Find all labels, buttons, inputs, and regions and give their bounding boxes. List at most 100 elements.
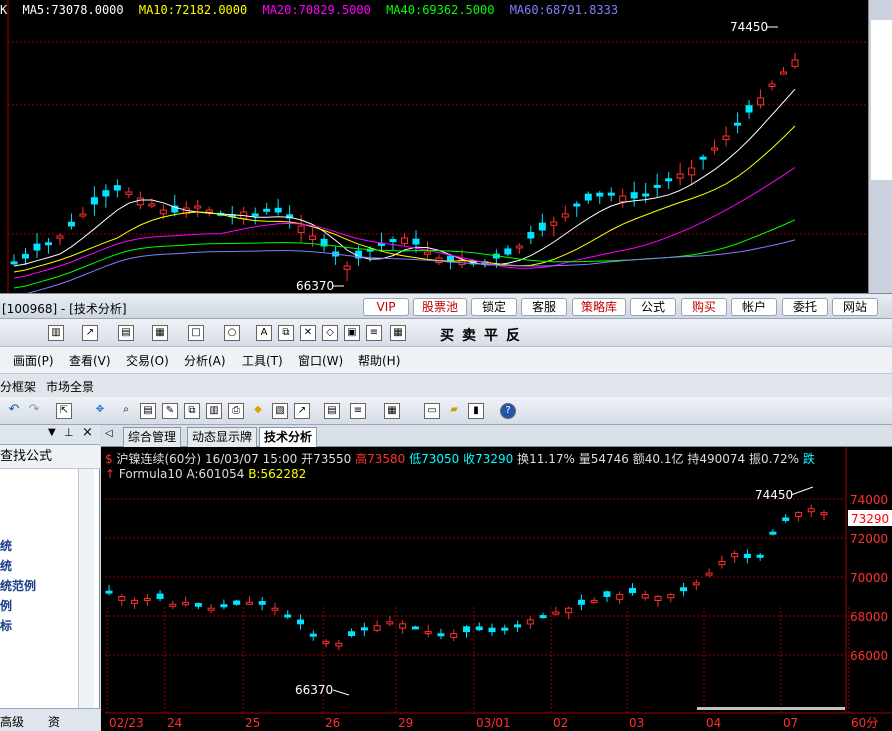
tab-dynamic-board[interactable]: 动态显示牌 [187, 427, 258, 447]
lock-icon[interactable]: ▣ [344, 325, 360, 341]
circle-icon[interactable]: ○ [224, 325, 240, 341]
bottom-candle-body [348, 631, 356, 637]
top-candle-body [194, 205, 202, 209]
menu-trade[interactable]: 交易(O) [126, 352, 169, 369]
top-candle-body [699, 156, 707, 160]
advanced-tab[interactable]: 高级 [0, 713, 24, 730]
color-icon[interactable]: ▦ [384, 403, 400, 419]
trend-icon[interactable]: ↗ [294, 403, 310, 419]
move-icon[interactable]: ✥ [92, 403, 108, 419]
report-icon[interactable]: ▧ [272, 403, 288, 419]
zoom-icon[interactable]: ⌕ [118, 403, 134, 419]
bottom-low-pointer [332, 689, 350, 696]
indicator-icon[interactable]: ▤ [324, 403, 340, 419]
find-formula[interactable]: 查找公式 [0, 445, 100, 469]
notes-icon[interactable]: ▰ [446, 403, 462, 419]
bottom-candle-body [590, 599, 598, 603]
eraser-icon[interactable]: ◇ [322, 325, 338, 341]
windows-icon[interactable]: ⧉ [184, 403, 200, 419]
panel-scrollbar[interactable] [78, 469, 94, 709]
layers-icon[interactable]: ≡ [366, 325, 382, 341]
grid-icon[interactable]: ▦ [152, 325, 168, 341]
lock-button[interactable]: 锁定 [471, 298, 517, 316]
top-candle-body [136, 197, 144, 206]
bottom-x-tick: 02/23 [109, 716, 144, 730]
bottom-low-label: 66370 [295, 683, 333, 697]
tab-scroll-left-icon[interactable]: ◁ [105, 428, 113, 439]
top-candle-body [584, 193, 592, 201]
top-candle-body [44, 242, 52, 246]
select-icon[interactable]: ⇱ [56, 403, 72, 419]
bottom-candle-body [756, 554, 764, 558]
resource-tab[interactable]: 资 [48, 713, 60, 730]
formula-link-system[interactable]: 统 [0, 537, 12, 554]
menu-view[interactable]: 查看(V) [69, 352, 111, 369]
menu-tools[interactable]: 工具(T) [242, 352, 283, 369]
account-button[interactable]: 帐户 [731, 298, 777, 316]
bars-icon[interactable]: ▮ [468, 403, 484, 419]
trade-sell[interactable]: 卖 [462, 325, 476, 345]
order-button[interactable]: 委托 [782, 298, 828, 316]
warning-icon[interactable]: ◆ [250, 403, 266, 419]
top-candle-body [734, 122, 742, 126]
formula-link-system-2[interactable]: 统 [0, 557, 12, 574]
sheet-icon[interactable]: ▥ [206, 403, 222, 419]
top-kline-chart[interactable]: K MA5:73078.0000 MA10:72182.0000 MA20:70… [0, 0, 868, 293]
trade-reverse[interactable]: 反 [506, 325, 520, 345]
top-candle-body [619, 195, 627, 203]
rect-icon[interactable]: □ [188, 325, 204, 341]
top-candle-body [630, 192, 638, 199]
formula-link-indicator[interactable]: 标 [0, 617, 12, 634]
bottom-candle-body [360, 627, 368, 631]
print-icon[interactable]: ⎙ [228, 403, 244, 419]
table-icon[interactable]: ▤ [140, 403, 156, 419]
bottom-x-tick: 24 [167, 716, 182, 730]
panel-tabbar: 分框架 市场全景 [0, 373, 892, 397]
menu-window[interactable]: 窗口(W) [298, 352, 343, 369]
quote-change: 跌 [802, 452, 815, 466]
price-tag-label: 73290 [851, 512, 889, 526]
panel-dropdown-icon[interactable]: ▼ [48, 427, 56, 438]
formula-name[interactable]: Formula10 [119, 467, 183, 481]
menu-screen[interactable]: 画面(P) [13, 352, 54, 369]
formula-button[interactable]: 公式 [630, 298, 676, 316]
quote-info-row: $ 沪镍连续(60分) 16/03/07 15:00 开73550 高73580… [105, 450, 815, 467]
line-chart-icon[interactable]: ↗ [82, 325, 98, 341]
stock-pool-button[interactable]: 股票池 [413, 298, 467, 316]
edit-icon[interactable]: ✎ [162, 403, 178, 419]
tab-technical-analysis[interactable]: 技术分析 [259, 427, 318, 447]
top-candle-body [33, 243, 41, 251]
help-icon[interactable]: ? [500, 403, 516, 419]
palette-icon[interactable]: ▦ [390, 325, 406, 341]
bottom-kline-chart[interactable]: 74000 72000 70000 68000 66000 02/23 24 25 26 29 03… [101, 447, 892, 731]
candle-icon[interactable]: ▤ [118, 325, 134, 341]
bottom-candle-body [194, 603, 202, 607]
top-candle-body [389, 239, 397, 243]
bottom-x-tick: 26 [325, 716, 340, 730]
monitor-icon[interactable]: ▭ [424, 403, 440, 419]
strategy-button[interactable]: 策略库 [572, 298, 626, 316]
website-button[interactable]: 网站 [832, 298, 878, 316]
redo-icon[interactable]: ↷ [26, 403, 42, 419]
trade-buy[interactable]: 买 [440, 325, 454, 345]
tab-framework[interactable]: 分框架 [0, 378, 36, 395]
menu-analysis[interactable]: 分析(A) [184, 352, 226, 369]
tab-market-overview[interactable]: 市场全景 [46, 378, 94, 395]
copy-icon[interactable]: ⧉ [278, 325, 294, 341]
delete-icon[interactable]: ✕ [300, 325, 316, 341]
top-candle-body [274, 207, 282, 213]
formula-link-samples[interactable]: 统范例 [0, 577, 36, 594]
bar-chart-icon[interactable]: ▥ [48, 325, 64, 341]
close-icon[interactable]: × [82, 425, 93, 440]
service-button[interactable]: 客服 [521, 298, 567, 316]
formula-link-example[interactable]: 例 [0, 597, 12, 614]
vip-button[interactable]: VIP [363, 298, 409, 316]
text-icon[interactable]: A [256, 325, 272, 341]
trade-close[interactable]: 平 [484, 325, 498, 345]
menu-help[interactable]: 帮助(H) [358, 352, 400, 369]
list-icon[interactable]: ≡ [350, 403, 366, 419]
undo-icon[interactable]: ↶ [6, 403, 22, 419]
tab-overview[interactable]: 综合管理 [123, 427, 182, 447]
buy-service-button[interactable]: 购买 [681, 298, 727, 316]
pin-icon[interactable]: ⊥ [64, 426, 74, 439]
